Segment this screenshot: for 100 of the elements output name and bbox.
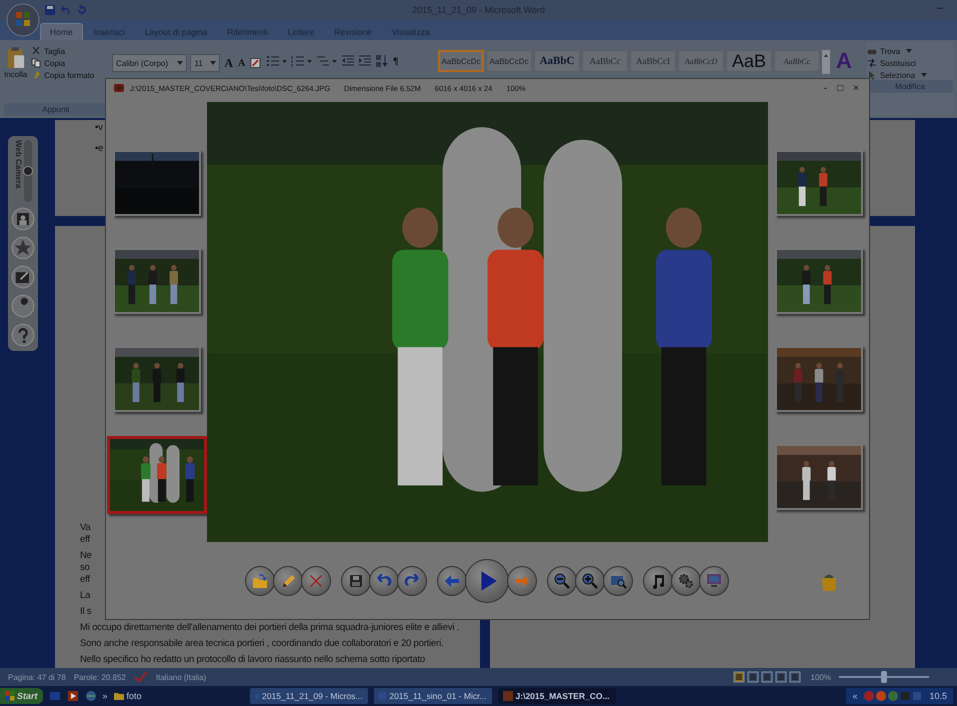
maximize-button[interactable]: □ xyxy=(837,82,844,94)
style-preset[interactable]: AaBbCc xyxy=(582,50,628,72)
style-preset[interactable]: AaBbCc xyxy=(774,50,820,72)
app-icon xyxy=(254,691,260,701)
style-preset[interactable]: AaB xyxy=(726,50,772,72)
find-button[interactable]: Trova xyxy=(867,46,953,56)
pencil-button[interactable] xyxy=(273,566,303,596)
clipboard-icon xyxy=(6,46,25,70)
taskbar-button[interactable]: 2015_11_sino_01 - Micr... xyxy=(374,688,492,704)
minimize-button[interactable]: - xyxy=(824,82,828,94)
grow-font-button[interactable]: A xyxy=(223,56,234,70)
ribbon-tab[interactable]: Home xyxy=(40,23,83,40)
minimize-button[interactable]: – xyxy=(936,2,943,14)
ribbon-tab[interactable]: Riferimenti xyxy=(218,24,277,40)
document-text: eff xyxy=(80,534,90,546)
save-icon[interactable] xyxy=(44,4,56,16)
word-count[interactable]: Parole: 20.852 xyxy=(74,672,126,682)
undo-button[interactable] xyxy=(369,566,399,596)
view-mode-icon[interactable] xyxy=(788,671,801,683)
zoom-in-button[interactable] xyxy=(575,566,605,596)
show-hidden-icons-button[interactable]: « xyxy=(852,691,858,701)
play-button[interactable] xyxy=(465,558,509,602)
select-button[interactable]: Seleziona xyxy=(867,70,953,80)
close-button[interactable]: × xyxy=(853,82,859,94)
style-preset[interactable]: AaBbCcD xyxy=(678,50,724,72)
redo-button[interactable] xyxy=(397,566,427,596)
slider-thumb[interactable] xyxy=(23,166,33,176)
style-preset[interactable]: AaBbCcDc xyxy=(438,50,484,72)
copy-button[interactable]: Copia xyxy=(31,58,94,68)
gallery-scroll-icon[interactable] xyxy=(822,50,830,74)
zoom-level[interactable]: 100% xyxy=(810,672,831,682)
replace-button[interactable]: Sostituisci xyxy=(867,58,953,68)
zoom-out-button[interactable] xyxy=(547,566,577,596)
language-indicator[interactable]: Italiano (Italia) xyxy=(156,672,206,682)
spellcheck-icon[interactable] xyxy=(134,671,148,683)
monitor-button[interactable] xyxy=(699,566,729,596)
increase-indent-icon[interactable] xyxy=(358,54,372,68)
multilevel-list-icon[interactable] xyxy=(316,54,338,68)
app-icon[interactable] xyxy=(66,690,79,702)
clear-formatting-icon[interactable] xyxy=(249,56,262,70)
view-mode-icon[interactable] xyxy=(746,671,759,683)
open-folder-button[interactable] xyxy=(245,566,275,596)
group-label: Appunti xyxy=(4,103,108,116)
windows-logo-icon xyxy=(5,691,15,701)
ribbon-tab[interactable]: Layout di pagina xyxy=(136,24,216,40)
image-search-button[interactable] xyxy=(603,566,633,596)
view-mode-icon[interactable] xyxy=(732,671,745,683)
right-arrow-button[interactable] xyxy=(507,566,537,596)
scissors-icon xyxy=(31,46,42,56)
document-text: Va xyxy=(80,522,91,534)
decrease-indent-icon[interactable] xyxy=(341,54,355,68)
page-count[interactable]: Pagina: 47 di 78 xyxy=(8,672,66,682)
clock: 10.5 xyxy=(929,691,947,701)
folder-button[interactable]: foto xyxy=(114,691,244,701)
ribbon-tab[interactable]: Lettere xyxy=(278,24,324,40)
ribbon-tab[interactable]: Visualizza xyxy=(382,24,439,40)
document-text: Il s xyxy=(80,606,92,618)
app-icon xyxy=(502,691,513,701)
taskbar-button[interactable]: J:\2015_MASTER_CO... xyxy=(498,688,616,704)
document-text: Ne xyxy=(80,550,92,562)
document-text: so xyxy=(80,562,90,574)
font-size-field[interactable]: 11 xyxy=(190,54,220,72)
help-icon[interactable] xyxy=(11,323,35,347)
show-formatting-button[interactable]: ¶ xyxy=(392,56,400,66)
style-preset[interactable]: AaBbC xyxy=(534,50,580,72)
start-button[interactable]: Start xyxy=(0,688,43,704)
dropdown-arrow-icon xyxy=(177,61,184,65)
numbered-list-icon[interactable] xyxy=(291,54,313,68)
document-text: Mi occupo direttamente dell'allenamento dei portieri della prima squadra-juniores elite e allievi . xyxy=(80,622,460,634)
floppy-disk-button[interactable] xyxy=(341,566,371,596)
browser-icon[interactable] xyxy=(84,690,97,702)
webcam-slider[interactable] xyxy=(24,140,32,202)
ribbon-tab[interactable]: Inserisci xyxy=(84,24,134,40)
font-name-field[interactable]: Calibri (Corpo) xyxy=(112,54,188,72)
sort-icon[interactable] xyxy=(375,54,389,68)
person-window-icon[interactable] xyxy=(11,207,35,231)
cut-button[interactable]: Taglia xyxy=(31,46,94,56)
zoom-out-icon xyxy=(552,570,572,590)
style-preset[interactable]: AaBbCcDc xyxy=(486,50,532,72)
slider-thumb[interactable] xyxy=(881,671,887,683)
bullet-text: •e xyxy=(95,143,104,155)
format-painter-button[interactable]: Copia formato xyxy=(31,70,94,80)
copy-icon xyxy=(31,58,42,68)
left-arrow-button[interactable] xyxy=(437,566,467,596)
dropdown-arrow-icon xyxy=(921,73,928,77)
style-preset[interactable]: AaBbCcI xyxy=(630,50,676,72)
cross-button[interactable] xyxy=(301,566,331,596)
ribbon-tab[interactable]: Revisione xyxy=(325,24,381,40)
music-note-button[interactable] xyxy=(643,566,673,596)
shrink-font-button[interactable]: A xyxy=(237,58,246,68)
dropdown-arrow-icon xyxy=(210,61,216,65)
paste-button[interactable]: Incolla xyxy=(4,42,28,103)
change-styles-button[interactable]: A xyxy=(832,50,856,72)
taskbar-button[interactable]: 2015_11_21_09 - Micros... xyxy=(250,688,368,704)
gears-button[interactable] xyxy=(671,566,701,596)
zoom-in-icon xyxy=(580,570,600,590)
view-mode-icon[interactable] xyxy=(774,671,787,683)
edit-icon[interactable] xyxy=(11,265,35,289)
more-button[interactable]: » xyxy=(102,691,108,701)
view-mode-icon[interactable] xyxy=(760,671,773,683)
